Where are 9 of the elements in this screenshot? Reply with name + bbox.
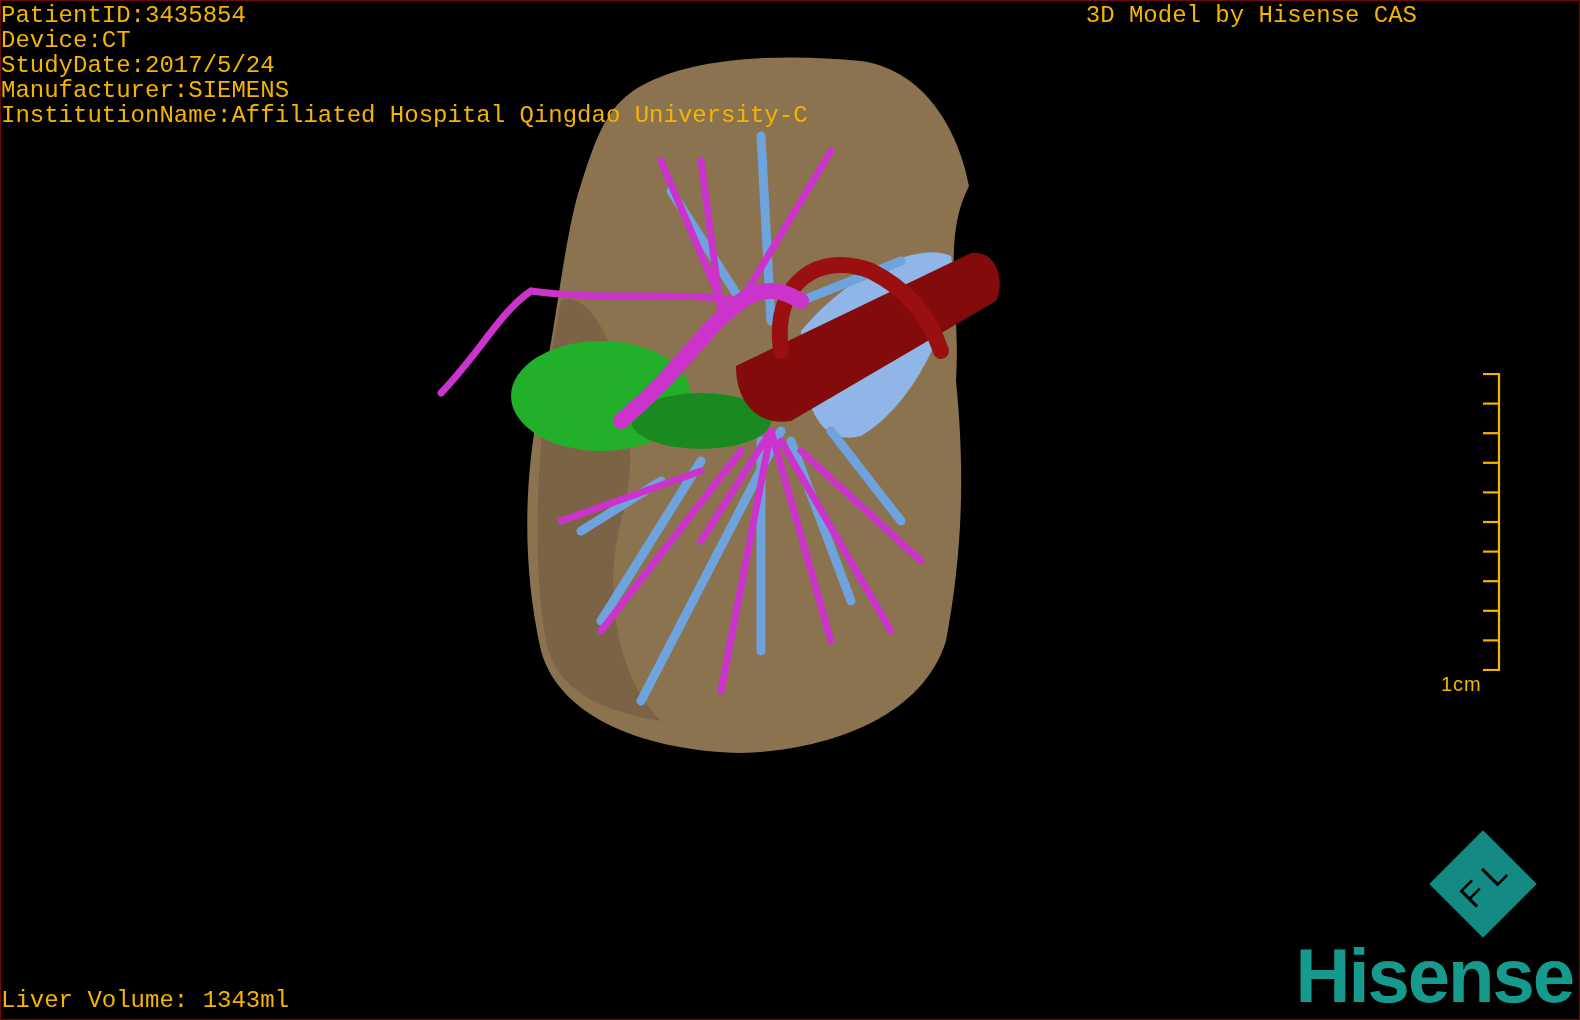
brand-logo: Hisense — [1295, 944, 1573, 1019]
info-line: Manufacturer:SIEMENS — [1, 78, 291, 103]
logo-badge: F L — [1429, 830, 1537, 939]
info-line: Device:CT — [1, 28, 132, 53]
model-credit: 3D Model by Hisense CAS — [1085, 3, 1417, 28]
liver-volume: Liver Volume: 1343ml — [1, 988, 290, 1016]
info-line: StudyDate:2017/5/24 — [1, 53, 276, 78]
scale-label: 1cm — [1441, 673, 1482, 696]
info-line: PatientID:3435854 — [1, 3, 247, 28]
